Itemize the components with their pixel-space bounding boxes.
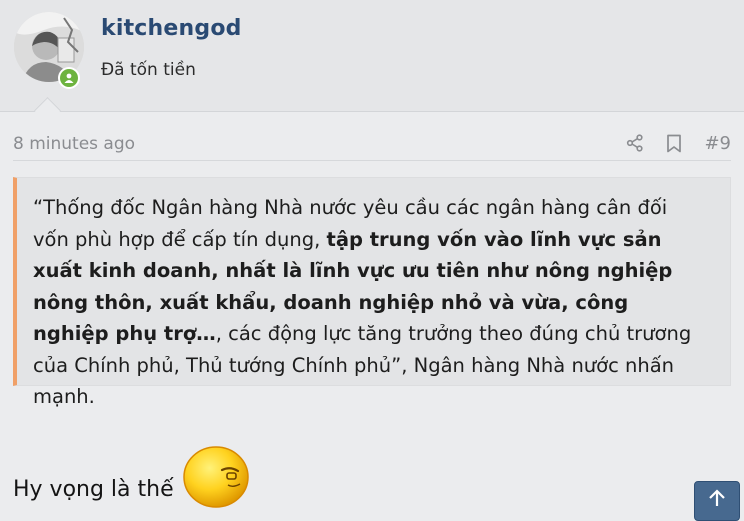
quote-block: “Thống đốc Ngân hàng Nhà nước yêu cầu cá…	[13, 177, 731, 408]
post-actions: #9	[604, 130, 731, 156]
bookmark-icon[interactable]	[666, 134, 682, 153]
online-status-icon	[58, 67, 80, 89]
reply-text: Hy vọng là thế	[13, 477, 174, 502]
share-icon[interactable]	[626, 134, 644, 152]
user-header: kitchengod Đã tốn tiền	[0, 0, 744, 112]
post-meta-bar: 8 minutes ago #9	[13, 130, 731, 161]
post-number-link[interactable]: #9	[704, 133, 731, 154]
post-timestamp[interactable]: 8 minutes ago	[13, 134, 135, 154]
reply-content: Hy vọng là thế	[13, 440, 250, 510]
arrow-up-icon	[709, 489, 725, 506]
user-title: Đã tốn tiền	[101, 60, 196, 80]
username-link[interactable]: kitchengod	[101, 16, 242, 41]
quote-text: “Thống đốc Ngân hàng Nhà nước yêu cầu cá…	[33, 192, 707, 413]
yellow-face-emoji	[182, 446, 249, 508]
scroll-to-top-button[interactable]	[694, 481, 740, 521]
